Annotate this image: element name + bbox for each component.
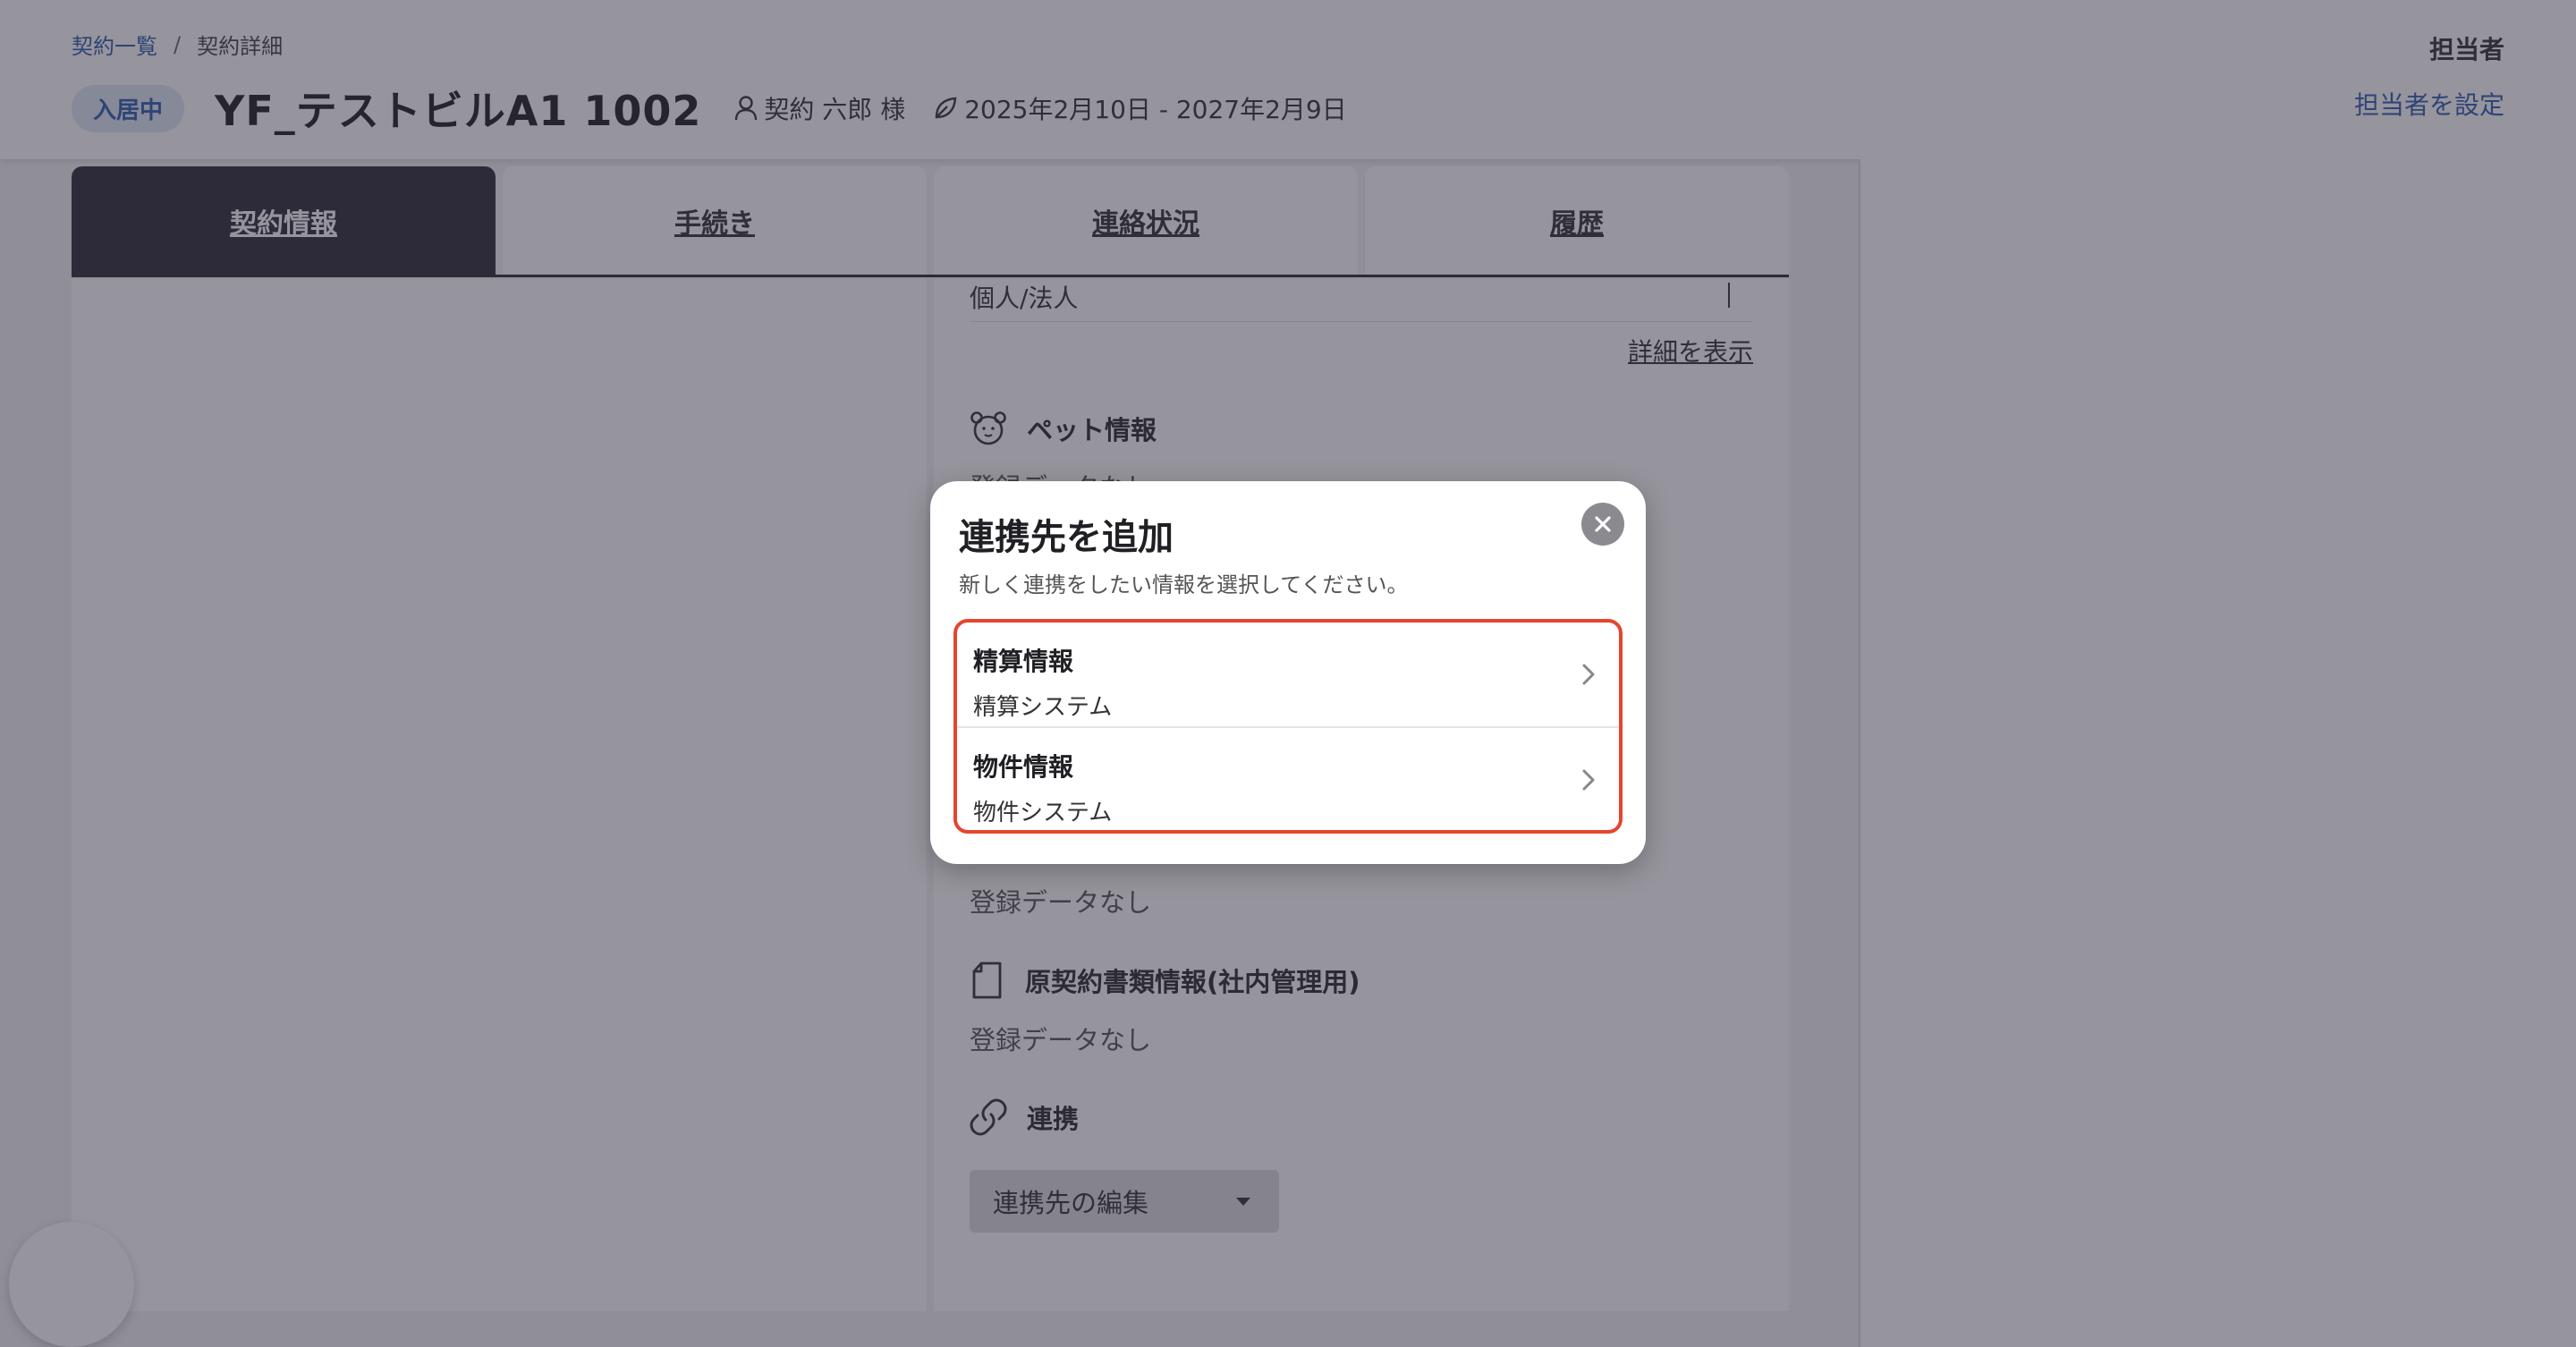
option-subtitle: 物件システム <box>973 800 1113 826</box>
modal-subtitle: 新しく連携をしたい情報を選択してください。 <box>959 572 1409 597</box>
chevron-right-icon <box>1582 664 1595 685</box>
option-title: 物件情報 <box>973 752 1074 782</box>
close-button[interactable] <box>1581 503 1624 546</box>
option-settlement-info[interactable]: 精算情報 精算システム <box>957 623 1619 726</box>
link-options-list: 精算情報 精算システム 物件情報 物件システム <box>953 619 1623 834</box>
add-link-modal: 連携先を追加 新しく連携をしたい情報を選択してください。 精算情報 精算システム… <box>930 481 1646 864</box>
close-icon <box>1595 516 1611 532</box>
chevron-right-icon <box>1582 769 1595 791</box>
option-property-info[interactable]: 物件情報 物件システム <box>957 726 1619 830</box>
option-title: 精算情報 <box>973 647 1074 676</box>
option-subtitle: 精算システム <box>973 694 1113 721</box>
modal-title: 連携先を追加 <box>959 517 1174 558</box>
